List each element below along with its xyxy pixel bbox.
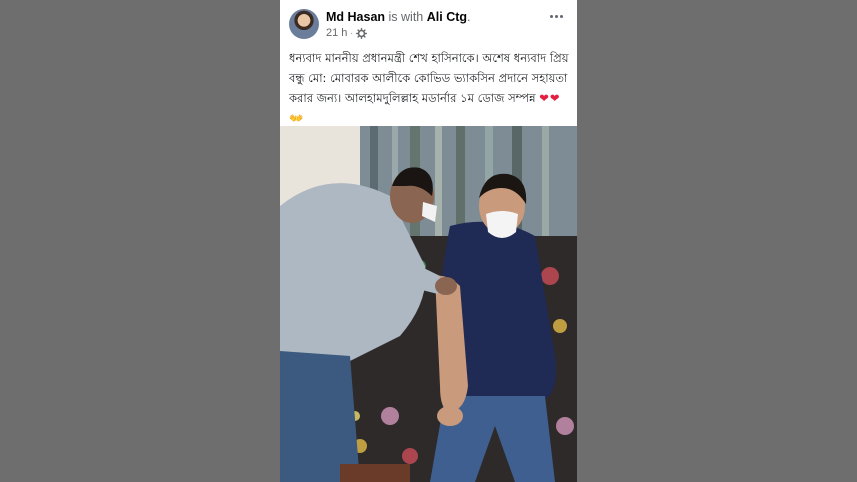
post-photo[interactable]: [280, 126, 577, 482]
more-dot: [554, 14, 558, 18]
post-message: ধন্যবাদ মাননীয় প্রধানমন্ত্রী শেখ হাসিনা…: [289, 51, 569, 105]
post-time[interactable]: 21 h: [326, 27, 347, 39]
author-line: Md Hasan is with Ali Ctg.: [326, 10, 471, 24]
more-dot: [549, 14, 553, 18]
hands-emoji: 👐: [289, 111, 304, 125]
heart-emoji: ❤❤: [539, 91, 561, 105]
more-options-icon[interactable]: [547, 9, 565, 23]
with-text: is with: [388, 10, 424, 24]
tagged-suffix: .: [467, 10, 471, 24]
author-name[interactable]: Md Hasan: [326, 10, 385, 24]
gear-icon[interactable]: [356, 27, 368, 39]
more-dot: [559, 14, 563, 18]
facebook-post: Md Hasan is with Ali Ctg. 21 h · ধন্যবাদ…: [280, 0, 577, 482]
post-meta: 21 h ·: [326, 27, 368, 39]
tagged-name[interactable]: Ali Ctg: [427, 10, 467, 24]
meta-separator: ·: [350, 28, 354, 38]
post-text: ধন্যবাদ মাননীয় প্রধানমন্ত্রী শেখ হাসিনা…: [289, 48, 571, 128]
vaccination-photo: [280, 126, 577, 482]
author-avatar[interactable]: [289, 9, 319, 39]
post-header: Md Hasan is with Ali Ctg. 21 h ·: [280, 0, 577, 42]
